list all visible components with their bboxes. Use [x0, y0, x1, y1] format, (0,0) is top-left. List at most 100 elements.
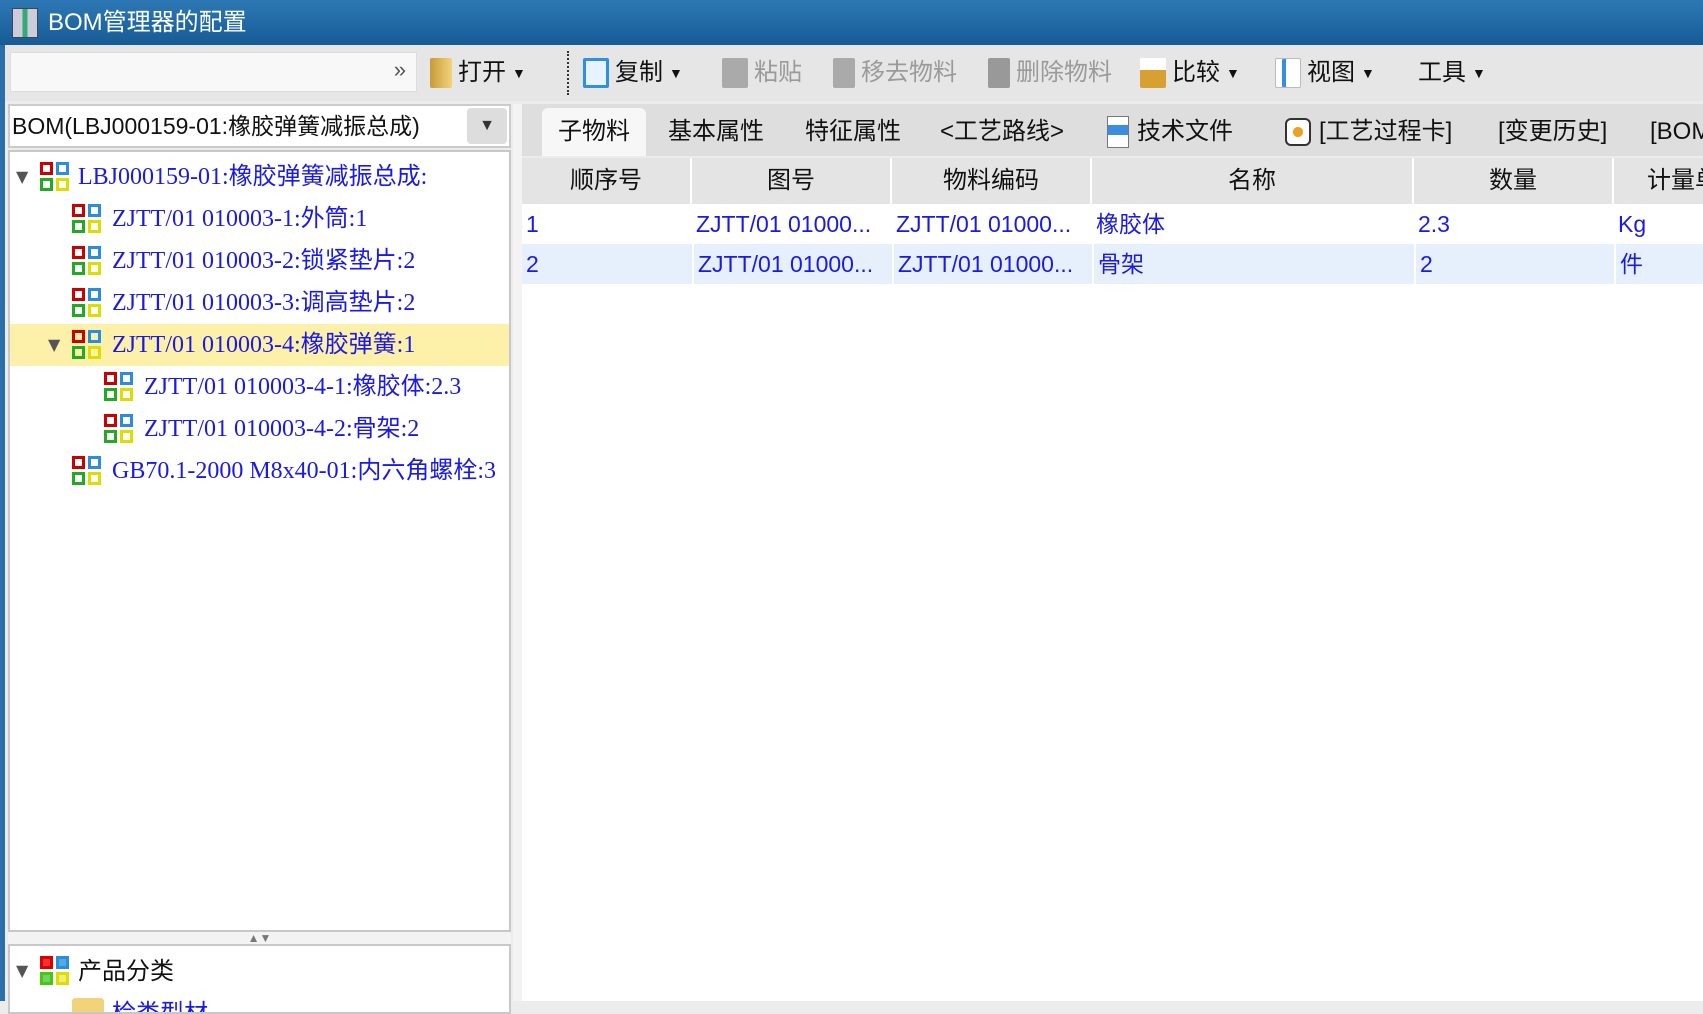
cell-drawing-no: ZJTT/01 01000...: [696, 211, 872, 237]
column-header[interactable]: 物料编码: [892, 158, 1092, 204]
tree-node-label: LBJ000159-01:橡胶弹簧减振总成:: [78, 164, 428, 190]
tab-basic-properties[interactable]: 基本属性: [668, 108, 764, 156]
cell-material-code: ZJTT/01 01000...: [896, 211, 1072, 237]
tree-node-selected[interactable]: ▼ ZJTT/01 010003-4:橡胶弹簧:1: [10, 324, 509, 366]
bom-select-value: BOM(LBJ000159-01:橡胶弹簧减振总成): [12, 113, 420, 139]
table-row[interactable]: 1 ZJTT/01 01000... ZJTT/01 01000... 橡胶体 …: [522, 204, 1703, 244]
open-button[interactable]: 打开 ▼: [430, 53, 526, 93]
folder-icon: [430, 58, 452, 88]
cell-unit: Kg: [1618, 211, 1647, 237]
dropdown-arrow-icon[interactable]: ▼: [467, 108, 507, 144]
tree-node-label: 检类型材: [112, 999, 208, 1014]
tree-node-label: GB70.1-2000 M8x40-01:内六角螺栓:3: [112, 458, 496, 484]
tab-change-history[interactable]: [变更历史]: [1498, 108, 1607, 156]
column-header[interactable]: 数量: [1414, 158, 1614, 204]
column-header[interactable]: 图号: [692, 158, 892, 204]
tree-node-label: ZJTT/01 010003-4:橡胶弹簧:1: [112, 332, 416, 358]
tree-node[interactable]: ZJTT/01 010003-4-1:橡胶体:2.3: [10, 366, 509, 408]
column-header[interactable]: 计量单: [1614, 158, 1703, 204]
tree-node[interactable]: 检类型材: [10, 992, 509, 1014]
tab-label: [工艺过程卡]: [1319, 118, 1453, 145]
toolbar: » 打开 ▼ 复制 ▼ 粘贴 移去物料 删除物料 比较 ▼ 视图 ▼ 工具 ▼: [5, 45, 1703, 101]
tab-technical-documents[interactable]: 技术文件: [1107, 108, 1233, 156]
tree-node[interactable]: ▼ 产品分类: [10, 950, 509, 992]
process-card-icon: [1285, 118, 1311, 146]
cell-material-code: ZJTT/01 01000...: [892, 244, 1092, 284]
column-header[interactable]: 名称: [1092, 158, 1414, 204]
bom-item-icon: [72, 330, 104, 362]
trash-icon: [988, 58, 1010, 88]
bom-item-icon: [72, 456, 104, 488]
tab-label: [BOM: [1650, 118, 1703, 145]
bom-item-icon: [72, 204, 104, 236]
double-chevron-down-icon[interactable]: »: [394, 57, 406, 83]
table-row[interactable]: 2 ZJTT/01 01000... ZJTT/01 01000... 骨架 2…: [522, 244, 1703, 284]
tab-label: 子物料: [558, 118, 630, 145]
column-header[interactable]: 顺序号: [522, 158, 692, 204]
window-border: [0, 45, 5, 1001]
paste-label: 粘贴: [754, 59, 802, 86]
compare-label: 比较: [1172, 59, 1220, 86]
cell-quantity: 2.3: [1418, 211, 1450, 237]
expand-toggle-icon[interactable]: ▼: [16, 156, 28, 198]
tree-node[interactable]: ZJTT/01 010003-2:锁紧垫片:2: [10, 240, 509, 282]
caret-down-icon: ▼: [1472, 65, 1486, 81]
tab-label: 基本属性: [668, 118, 764, 145]
tab-process-route[interactable]: <工艺路线>: [940, 108, 1064, 156]
document-icon: [1107, 116, 1129, 148]
bom-item-icon: [72, 246, 104, 278]
cell-seq: 1: [526, 211, 539, 237]
cell-name: 骨架: [1092, 244, 1414, 284]
caret-down-icon: ▼: [1226, 65, 1240, 81]
folder-icon: [72, 998, 104, 1012]
cell-quantity: 2: [1414, 244, 1614, 284]
cell-drawing-no: ZJTT/01 01000...: [692, 244, 892, 284]
tree-node-label: ZJTT/01 010003-2:锁紧垫片:2: [112, 248, 416, 274]
view-label: 视图: [1307, 59, 1355, 86]
splitter-handle[interactable]: ▲▼: [8, 932, 511, 944]
compare-button[interactable]: 比较 ▼: [1140, 53, 1240, 93]
open-label: 打开: [458, 59, 506, 86]
tree-node[interactable]: ZJTT/01 010003-3:调高垫片:2: [10, 282, 509, 324]
view-button[interactable]: 视图 ▼: [1275, 53, 1375, 93]
tree-node-label: ZJTT/01 010003-1:外筒:1: [112, 206, 368, 232]
expand-toggle-icon[interactable]: ▼: [16, 950, 28, 992]
delete-material-label: 删除物料: [1016, 59, 1112, 86]
tab-label: 技术文件: [1137, 118, 1233, 145]
tab-bom[interactable]: [BOM: [1650, 108, 1703, 156]
copy-button[interactable]: 复制 ▼: [583, 53, 683, 93]
copy-icon: [583, 58, 609, 88]
tab-child-materials[interactable]: 子物料: [542, 108, 646, 156]
expand-toggle-icon[interactable]: ▼: [48, 324, 60, 366]
search-combo[interactable]: »: [10, 52, 417, 92]
tools-button[interactable]: 工具 ▼: [1418, 53, 1486, 93]
tab-label: <工艺路线>: [940, 118, 1065, 145]
toolbar-separator: [567, 51, 569, 95]
paste-button[interactable]: 粘贴: [722, 53, 802, 93]
copy-label: 复制: [615, 59, 663, 86]
bom-item-icon: [40, 162, 72, 194]
category-tree: ▼ 产品分类 检类型材: [8, 944, 511, 1014]
cell-name: 橡胶体: [1096, 211, 1165, 237]
tree-node-label: ZJTT/01 010003-4-1:橡胶体:2.3: [144, 374, 462, 400]
tab-process-card[interactable]: [工艺过程卡]: [1285, 108, 1452, 156]
category-icon: [40, 956, 72, 988]
child-materials-table: 顺序号 图号 物料编码 名称 数量 计量单 1 ZJTT/01 01000...…: [522, 158, 1703, 1001]
tree-node-label: 产品分类: [78, 957, 174, 985]
scale-icon: [1140, 58, 1166, 88]
caret-down-icon: ▼: [512, 65, 526, 81]
bom-select[interactable]: BOM(LBJ000159-01:橡胶弹簧减振总成) ▼: [8, 104, 511, 148]
tab-bar: 子物料 基本属性 特征属性 <工艺路线> 技术文件 [工艺过程卡] [变更历史]…: [522, 104, 1703, 156]
tree-node[interactable]: ZJTT/01 010003-4-2:骨架:2: [10, 408, 509, 450]
delete-material-button[interactable]: 删除物料: [988, 53, 1112, 93]
tab-feature-properties[interactable]: 特征属性: [805, 108, 901, 156]
caret-down-icon: ▼: [669, 65, 683, 81]
tree-node[interactable]: ZJTT/01 010003-1:外筒:1: [10, 198, 509, 240]
tab-label: 特征属性: [805, 118, 901, 145]
panel-divider[interactable]: [513, 104, 522, 1001]
remove-material-button[interactable]: 移去物料: [833, 53, 957, 93]
tree-node[interactable]: GB70.1-2000 M8x40-01:内六角螺栓:3: [10, 450, 509, 492]
tree-node[interactable]: ▼ LBJ000159-01:橡胶弹簧减振总成:: [10, 156, 509, 198]
bom-item-icon: [104, 414, 136, 446]
window-title: BOM管理器的配置: [48, 9, 247, 36]
